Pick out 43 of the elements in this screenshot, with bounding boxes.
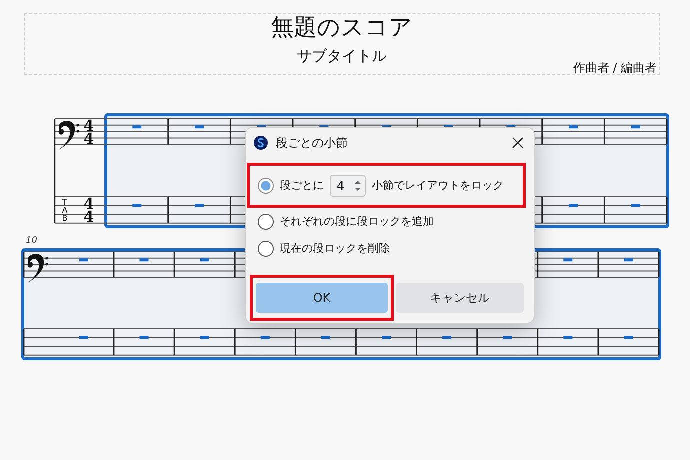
radio-button[interactable] xyxy=(258,214,274,230)
whole-rest-icon xyxy=(140,258,149,262)
score-subtitle: サブタイトル xyxy=(297,46,387,66)
bass-clef-icon xyxy=(28,254,48,283)
whole-rest-icon xyxy=(564,336,573,340)
whole-rest-icon xyxy=(624,258,634,262)
whole-rest-icon xyxy=(80,336,88,340)
spin-box[interactable]: 4 xyxy=(330,174,366,196)
bass-clef-icon xyxy=(58,121,80,150)
cancel-button[interactable]: キャンセル xyxy=(396,283,524,313)
whole-rest-icon xyxy=(442,336,452,340)
whole-rest-icon xyxy=(132,204,142,208)
ok-button[interactable]: OK xyxy=(256,283,388,313)
whole-rest-icon xyxy=(503,336,512,340)
whole-rest-icon xyxy=(631,204,640,208)
whole-rest-icon xyxy=(260,336,270,340)
whole-rest-icon xyxy=(80,258,88,262)
whole-rest-icon xyxy=(564,258,573,262)
whole-rest-icon xyxy=(569,204,578,208)
measure-number: 10 xyxy=(26,235,38,247)
whole-rest-icon xyxy=(200,336,210,340)
whole-rest-icon xyxy=(624,336,634,340)
option-label: 段ごとに xyxy=(280,178,324,193)
whole-rest-icon xyxy=(195,204,204,208)
radio-button[interactable] xyxy=(258,178,274,194)
radio-button[interactable] xyxy=(258,240,274,256)
app-logo-icon xyxy=(254,136,268,150)
close-button[interactable] xyxy=(510,135,526,151)
whole-rest-icon xyxy=(382,336,391,340)
tab-clef: TAB xyxy=(62,198,68,223)
whole-rest-icon xyxy=(132,125,142,129)
option-label: 現在の段ロックを削除 xyxy=(280,241,390,256)
whole-rest-icon xyxy=(321,336,330,340)
whole-rest-icon xyxy=(569,125,578,129)
score-title: 無題のスコア xyxy=(271,14,413,42)
whole-rest-icon xyxy=(200,258,210,262)
whole-rest-icon xyxy=(631,125,640,129)
dialog-title: 段ごとの小節 xyxy=(276,134,349,152)
composer-text: 作曲者 / 編曲者 xyxy=(573,60,657,77)
option-label: それぞれの段に段ロックを追加 xyxy=(280,214,434,229)
option-label: 小節でレイアウトをロック xyxy=(372,178,504,193)
whole-rest-icon xyxy=(140,336,149,340)
whole-rest-icon xyxy=(195,125,204,129)
